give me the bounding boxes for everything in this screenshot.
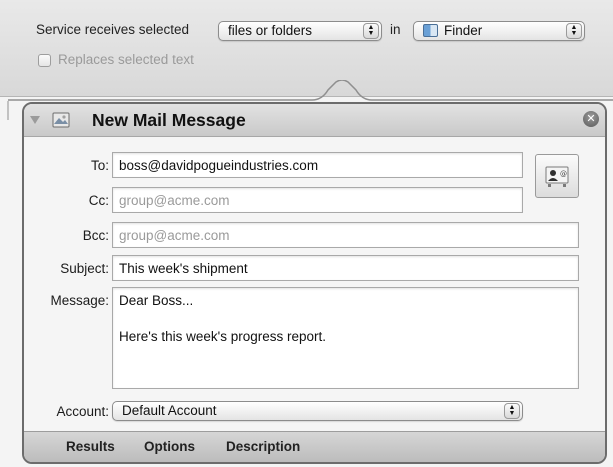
account-popup[interactable]: Default Account ▲ ▼ (112, 401, 523, 421)
input-type-value: files or folders (228, 23, 313, 38)
cc-field[interactable] (112, 187, 523, 213)
address-book-button[interactable]: @ (535, 154, 579, 198)
address-book-icon: @ (545, 166, 569, 187)
updown-arrows-icon: ▲ ▼ (566, 23, 582, 39)
replaces-selected-text-label: Replaces selected text (58, 52, 194, 67)
svg-text:@: @ (560, 170, 567, 178)
account-value: Default Account (122, 403, 217, 418)
in-label: in (390, 22, 401, 37)
input-type-popup[interactable]: files or folders ▲ ▼ (218, 21, 382, 41)
options-tab[interactable]: Options (144, 439, 195, 454)
account-label: Account: (56, 404, 109, 419)
mail-stamp-icon (52, 112, 70, 128)
action-title: New Mail Message (92, 110, 246, 130)
replaces-selected-text-checkbox[interactable] (38, 54, 51, 67)
finder-icon (423, 24, 438, 37)
service-receives-label: Service receives selected (36, 22, 190, 37)
application-popup[interactable]: Finder ▲ ▼ (413, 21, 585, 41)
updown-arrows-icon: ▲ ▼ (504, 403, 520, 419)
to-field[interactable] (112, 152, 523, 178)
results-tab[interactable]: Results (66, 439, 115, 454)
bcc-label: Bcc: (82, 228, 109, 243)
bcc-field[interactable] (112, 222, 579, 248)
new-mail-message-action: New Mail Message ✕ To: @ Cc: Bcc: Subjec… (22, 102, 607, 464)
cc-label: Cc: (88, 193, 109, 208)
message-field[interactable]: Dear Boss... Here's this week's progress… (112, 287, 579, 389)
subject-field[interactable] (112, 255, 579, 281)
disclosure-triangle-icon[interactable] (30, 116, 40, 124)
action-title-bar[interactable]: New Mail Message ✕ (24, 104, 605, 137)
subject-label: Subject: (60, 261, 109, 276)
application-value: Finder (444, 23, 483, 38)
description-tab[interactable]: Description (226, 439, 300, 454)
action-footer: Results Options Description (24, 431, 605, 462)
message-label: Message: (50, 293, 109, 308)
updown-arrows-icon: ▲ ▼ (363, 23, 379, 39)
to-label: To: (90, 158, 109, 173)
close-icon[interactable]: ✕ (583, 111, 599, 127)
